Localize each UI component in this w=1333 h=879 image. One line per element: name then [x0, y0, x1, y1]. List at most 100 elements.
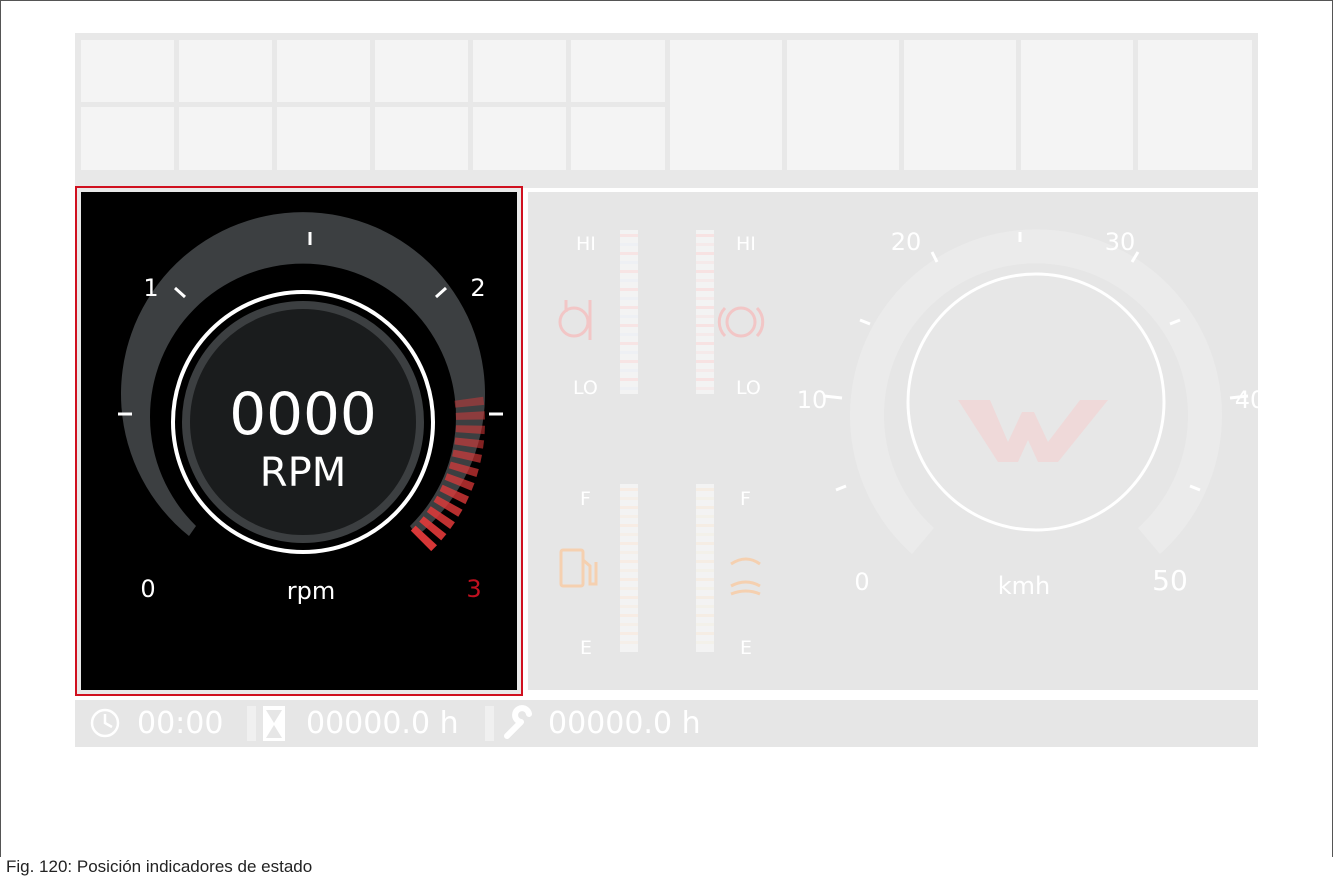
gauge-segment [620, 515, 638, 518]
speed-label-40: 40 [1235, 386, 1258, 414]
def-empty-label: E [740, 637, 752, 659]
indicator-slot [904, 40, 1016, 170]
indicator-slot [1138, 40, 1252, 170]
gauge-segment [696, 387, 714, 390]
gauge-segment [620, 342, 638, 345]
pressure-low-label: LO [736, 377, 761, 399]
temperature-high-label: HI [576, 233, 596, 255]
gauge-segment [620, 243, 638, 246]
clock-icon [90, 708, 120, 738]
gauge-segment [620, 360, 638, 363]
gauge-segment [620, 324, 638, 327]
hourglass-icon [263, 706, 285, 741]
indicator-slot [277, 40, 370, 102]
indicator-slot [473, 40, 566, 102]
gauge-segment [620, 333, 638, 336]
gauge-segment [620, 524, 638, 527]
gauge-segment [696, 605, 714, 608]
speedometer-ring [906, 272, 1166, 532]
gauge-segment [620, 623, 638, 626]
temperature-low-label: LO [573, 377, 598, 399]
wrench-icon [504, 705, 532, 739]
pressure-bar [696, 230, 714, 394]
gauge-segment [696, 315, 714, 318]
indicator-slot [375, 40, 468, 102]
indicator-slot [179, 107, 272, 170]
speedometer: 20 30 10 40 0 50 kmh [797, 228, 1266, 600]
gauge-segment [620, 497, 638, 500]
brake-pressure-icon [717, 306, 765, 338]
gauge-segment [620, 614, 638, 617]
indicator-slot [670, 40, 782, 170]
gauge-segment [696, 306, 714, 309]
gauge-segment [696, 333, 714, 336]
gauge-segment [696, 279, 714, 282]
fuel-empty-label: E [580, 637, 592, 659]
gauge-segment [696, 551, 714, 554]
gauge-segment [696, 614, 714, 617]
gauge-segment [696, 261, 714, 264]
gauge-segment [696, 324, 714, 327]
gauge-segment [620, 369, 638, 372]
gauge-segment [696, 632, 714, 635]
gauge-segment [696, 351, 714, 354]
gauge-segment [696, 578, 714, 581]
gauge-segment [696, 524, 714, 527]
indicator-slot [571, 107, 665, 170]
gauge-segment [696, 515, 714, 518]
fuel-pump-icon [559, 548, 598, 588]
speed-label-50: 50 [1152, 564, 1188, 597]
status-indicator-grid [75, 33, 1258, 180]
fuel-bar [620, 484, 638, 652]
gauge-segment [696, 641, 714, 644]
gauge-segment [620, 279, 638, 282]
tachometer-panel: 0000 RPM 1 2 0 3 rpm [75, 186, 523, 696]
scale-label-0: 0 [140, 575, 155, 603]
gauge-segment [620, 533, 638, 536]
def-full-label: F [740, 488, 751, 510]
gauge-segment [696, 288, 714, 291]
gauge-segment [620, 488, 638, 491]
gauge-segment [696, 342, 714, 345]
indicator-slot [473, 107, 566, 170]
rpm-value: 0000 [229, 380, 377, 448]
gauge-segment [620, 315, 638, 318]
speed-unit: kmh [998, 572, 1051, 600]
indicator-slot [81, 107, 174, 170]
gauge-segment [696, 506, 714, 509]
gauge-segment [620, 596, 638, 599]
gauge-segment [696, 369, 714, 372]
indicator-slot [81, 40, 174, 102]
gauge-segment [620, 551, 638, 554]
gauge-segment [620, 297, 638, 300]
status-separator [247, 706, 256, 741]
indicator-slot [179, 40, 272, 102]
gauge-segment [696, 378, 714, 381]
speed-label-10: 10 [797, 386, 828, 414]
gauge-segment [620, 587, 638, 590]
gauge-segment [620, 569, 638, 572]
rpm-unit: RPM [260, 450, 346, 496]
indicator-slot [375, 107, 468, 170]
gauge-segment [696, 234, 714, 237]
speed-label-20: 20 [891, 228, 922, 256]
gauge-segment [696, 488, 714, 491]
gauge-segment [696, 497, 714, 500]
gauge-segment [620, 306, 638, 309]
gauge-segment [620, 560, 638, 563]
gauge-segment [620, 378, 638, 381]
fuel-full-label: F [580, 488, 591, 510]
gauge-segment [620, 252, 638, 255]
gauge-segment [620, 351, 638, 354]
gauge-segment [696, 297, 714, 300]
gauge-segment [696, 252, 714, 255]
coolant-temperature-icon [558, 300, 592, 340]
scale-label-2: 2 [470, 274, 485, 302]
clock-value: 00:00 [137, 706, 224, 741]
scale-label-1: 1 [143, 274, 158, 302]
gauge-segment [696, 560, 714, 563]
hour-meter-value: 00000.0 h [306, 706, 459, 741]
gauge-segment [620, 542, 638, 545]
gauge-segment [696, 533, 714, 536]
instrument-panel-faded: HI LO HI LO F E F E 20 30 10 40 0 50 kmh [528, 192, 1266, 690]
